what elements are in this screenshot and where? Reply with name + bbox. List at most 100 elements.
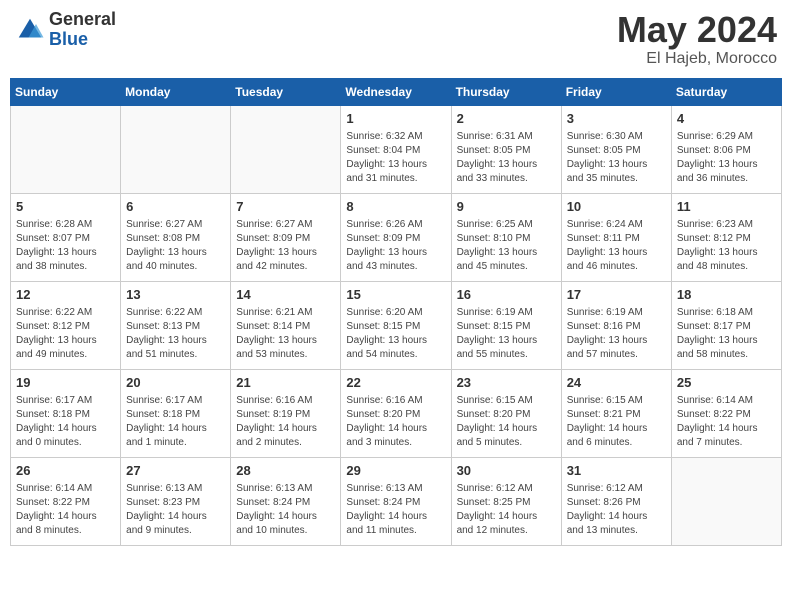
day-number: 23 [457, 374, 556, 392]
calendar-cell: 12 Sunrise: 6:22 AM Sunset: 8:12 PM Dayli… [11, 281, 121, 369]
day-info: Sunrise: 6:17 AM Sunset: 8:18 PM Dayligh… [16, 394, 115, 450]
calendar-cell: 31Sunrise: 6:12 AM Sunset: 8:26 PM Dayli… [561, 457, 671, 545]
calendar-cell [231, 105, 341, 193]
calendar-cell: 20 Sunrise: 6:17 AM Sunset: 8:18 PM Dayli… [121, 369, 231, 457]
calendar-cell: 14 Sunrise: 6:21 AM Sunset: 8:14 PM Dayli… [231, 281, 341, 369]
calendar-cell: 18 Sunrise: 6:18 AM Sunset: 8:17 PM Dayli… [671, 281, 781, 369]
day-info: Sunrise: 6:27 AM Sunset: 8:08 PM Dayligh… [126, 218, 225, 274]
day-info: Sunrise: 6:22 AM Sunset: 8:12 PM Dayligh… [16, 306, 115, 362]
day-info: Sunrise: 6:32 AM Sunset: 8:04 PM Dayligh… [346, 130, 445, 186]
day-info: Sunrise: 6:14 AM Sunset: 8:22 PM Dayligh… [16, 482, 115, 538]
week-row-4: 26 Sunrise: 6:14 AM Sunset: 8:22 PM Dayli… [11, 457, 782, 545]
day-number: 19 [16, 374, 115, 392]
logo-text: General Blue [49, 10, 116, 50]
day-number: 14 [236, 286, 335, 304]
day-number: 27 [126, 462, 225, 480]
calendar-table: SundayMondayTuesdayWednesdayThursdayFrid… [10, 78, 782, 546]
day-number: 7 [236, 198, 335, 216]
day-number: 3 [567, 110, 666, 128]
calendar-cell: 26 Sunrise: 6:14 AM Sunset: 8:22 PM Dayli… [11, 457, 121, 545]
header-day-tuesday: Tuesday [231, 78, 341, 105]
day-number: 28 [236, 462, 335, 480]
day-number: 10 [567, 198, 666, 216]
day-info: Sunrise: 6:29 AM Sunset: 8:06 PM Dayligh… [677, 130, 776, 186]
week-row-2: 12 Sunrise: 6:22 AM Sunset: 8:12 PM Dayli… [11, 281, 782, 369]
calendar-body: 1 Sunrise: 6:32 AM Sunset: 8:04 PM Daylig… [11, 105, 782, 545]
day-info: Sunrise: 6:18 AM Sunset: 8:17 PM Dayligh… [677, 306, 776, 362]
day-number: 18 [677, 286, 776, 304]
logo-icon [15, 15, 45, 45]
day-info: Sunrise: 6:16 AM Sunset: 8:19 PM Dayligh… [236, 394, 335, 450]
day-number: 6 [126, 198, 225, 216]
calendar-cell: 7 Sunrise: 6:27 AM Sunset: 8:09 PM Daylig… [231, 193, 341, 281]
header-day-wednesday: Wednesday [341, 78, 451, 105]
page-header: General Blue May 2024 El Hajeb, Morocco [10, 10, 782, 68]
day-info: Sunrise: 6:23 AM Sunset: 8:12 PM Dayligh… [677, 218, 776, 274]
day-info: Sunrise: 6:15 AM Sunset: 8:21 PM Dayligh… [567, 394, 666, 450]
day-number: 25 [677, 374, 776, 392]
day-info: Sunrise: 6:21 AM Sunset: 8:14 PM Dayligh… [236, 306, 335, 362]
day-info: Sunrise: 6:28 AM Sunset: 8:07 PM Dayligh… [16, 218, 115, 274]
day-number: 16 [457, 286, 556, 304]
logo: General Blue [15, 10, 116, 50]
day-info: Sunrise: 6:13 AM Sunset: 8:23 PM Dayligh… [126, 482, 225, 538]
calendar-cell: 19 Sunrise: 6:17 AM Sunset: 8:18 PM Dayli… [11, 369, 121, 457]
day-number: 24 [567, 374, 666, 392]
day-number: 11 [677, 198, 776, 216]
header-row: SundayMondayTuesdayWednesdayThursdayFrid… [11, 78, 782, 105]
day-info: Sunrise: 6:20 AM Sunset: 8:15 PM Dayligh… [346, 306, 445, 362]
day-info: Sunrise: 6:24 AM Sunset: 8:11 PM Dayligh… [567, 218, 666, 274]
day-number: 26 [16, 462, 115, 480]
calendar-cell: 1 Sunrise: 6:32 AM Sunset: 8:04 PM Daylig… [341, 105, 451, 193]
day-info: Sunrise: 6:13 AM Sunset: 8:24 PM Dayligh… [236, 482, 335, 538]
day-number: 17 [567, 286, 666, 304]
calendar-cell: 17 Sunrise: 6:19 AM Sunset: 8:16 PM Dayli… [561, 281, 671, 369]
day-info: Sunrise: 6:25 AM Sunset: 8:10 PM Dayligh… [457, 218, 556, 274]
calendar-cell: 25Sunrise: 6:14 AM Sunset: 8:22 PM Dayli… [671, 369, 781, 457]
calendar-cell: 10 Sunrise: 6:24 AM Sunset: 8:11 PM Dayli… [561, 193, 671, 281]
day-info: Sunrise: 6:17 AM Sunset: 8:18 PM Dayligh… [126, 394, 225, 450]
day-info: Sunrise: 6:12 AM Sunset: 8:25 PM Dayligh… [457, 482, 556, 538]
calendar-cell: 6 Sunrise: 6:27 AM Sunset: 8:08 PM Daylig… [121, 193, 231, 281]
calendar-header: SundayMondayTuesdayWednesdayThursdayFrid… [11, 78, 782, 105]
day-info: Sunrise: 6:16 AM Sunset: 8:20 PM Dayligh… [346, 394, 445, 450]
calendar-cell [11, 105, 121, 193]
day-number: 15 [346, 286, 445, 304]
calendar-cell: 16 Sunrise: 6:19 AM Sunset: 8:15 PM Dayli… [451, 281, 561, 369]
calendar-cell: 11 Sunrise: 6:23 AM Sunset: 8:12 PM Dayli… [671, 193, 781, 281]
calendar-cell: 8Sunrise: 6:26 AM Sunset: 8:09 PM Daylig… [341, 193, 451, 281]
calendar-cell: 9Sunrise: 6:25 AM Sunset: 8:10 PM Daylig… [451, 193, 561, 281]
calendar-cell: 15 Sunrise: 6:20 AM Sunset: 8:15 PM Dayli… [341, 281, 451, 369]
calendar-cell: 4 Sunrise: 6:29 AM Sunset: 8:06 PM Daylig… [671, 105, 781, 193]
day-number: 21 [236, 374, 335, 392]
day-number: 12 [16, 286, 115, 304]
week-row-0: 1 Sunrise: 6:32 AM Sunset: 8:04 PM Daylig… [11, 105, 782, 193]
header-day-thursday: Thursday [451, 78, 561, 105]
day-info: Sunrise: 6:12 AM Sunset: 8:26 PM Dayligh… [567, 482, 666, 538]
header-day-monday: Monday [121, 78, 231, 105]
week-row-1: 5 Sunrise: 6:28 AM Sunset: 8:07 PM Daylig… [11, 193, 782, 281]
calendar-cell: 5 Sunrise: 6:28 AM Sunset: 8:07 PM Daylig… [11, 193, 121, 281]
day-info: Sunrise: 6:19 AM Sunset: 8:16 PM Dayligh… [567, 306, 666, 362]
day-number: 1 [346, 110, 445, 128]
day-number: 20 [126, 374, 225, 392]
day-info: Sunrise: 6:19 AM Sunset: 8:15 PM Dayligh… [457, 306, 556, 362]
day-info: Sunrise: 6:27 AM Sunset: 8:09 PM Dayligh… [236, 218, 335, 274]
day-number: 2 [457, 110, 556, 128]
day-number: 29 [346, 462, 445, 480]
calendar-cell: 28 Sunrise: 6:13 AM Sunset: 8:24 PM Dayli… [231, 457, 341, 545]
day-number: 4 [677, 110, 776, 128]
day-info: Sunrise: 6:26 AM Sunset: 8:09 PM Dayligh… [346, 218, 445, 274]
header-day-saturday: Saturday [671, 78, 781, 105]
day-number: 22 [346, 374, 445, 392]
month-year: May 2024 [617, 10, 777, 50]
calendar-cell: 29Sunrise: 6:13 AM Sunset: 8:24 PM Dayli… [341, 457, 451, 545]
calendar-cell: 21 Sunrise: 6:16 AM Sunset: 8:19 PM Dayli… [231, 369, 341, 457]
calendar-cell: 27 Sunrise: 6:13 AM Sunset: 8:23 PM Dayli… [121, 457, 231, 545]
week-row-3: 19 Sunrise: 6:17 AM Sunset: 8:18 PM Dayli… [11, 369, 782, 457]
day-info: Sunrise: 6:30 AM Sunset: 8:05 PM Dayligh… [567, 130, 666, 186]
calendar-cell: 3 Sunrise: 6:30 AM Sunset: 8:05 PM Daylig… [561, 105, 671, 193]
calendar-cell: 30Sunrise: 6:12 AM Sunset: 8:25 PM Dayli… [451, 457, 561, 545]
logo-blue: Blue [49, 30, 116, 50]
day-number: 5 [16, 198, 115, 216]
